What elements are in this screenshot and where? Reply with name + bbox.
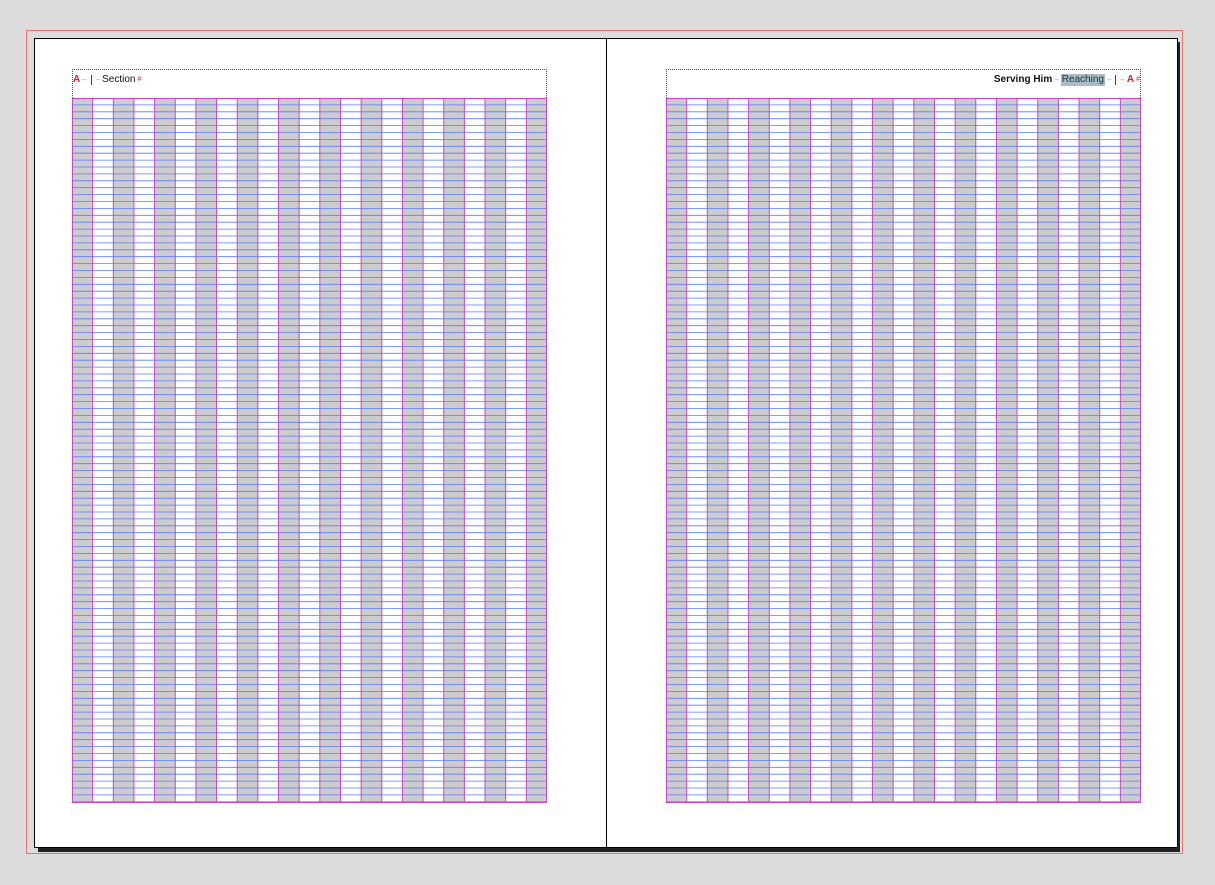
left-page-marker: A <box>73 74 81 85</box>
left-header-dash: – <box>82 75 87 84</box>
grid-column <box>423 98 444 803</box>
right-header-dash: – <box>1106 75 1112 84</box>
grid-column <box>1017 98 1038 803</box>
grid-column <box>934 98 956 803</box>
left-end-mark: # <box>137 76 142 83</box>
right-header-dash: – <box>1054 75 1059 84</box>
left-header-frame[interactable]: A – – Section # <box>72 69 547 98</box>
grid-column <box>893 98 914 803</box>
page-spread: A – – Section # Serving Him – Reaching –… <box>34 38 1178 848</box>
grid-column <box>175 98 196 803</box>
grid-column <box>237 98 258 803</box>
grid-column <box>955 98 976 803</box>
grid-column <box>1099 98 1121 803</box>
right-page[interactable]: Serving Him – Reaching – – A # <box>607 39 1178 847</box>
grid-column <box>748 98 770 803</box>
right-header-dash: – <box>1120 75 1125 84</box>
left-page[interactable]: A – – Section # <box>35 39 606 847</box>
grid-column <box>464 98 486 803</box>
grid-column <box>113 98 134 803</box>
grid-column <box>195 98 217 803</box>
grid-column <box>769 98 790 803</box>
grid-column <box>402 98 424 803</box>
right-grid[interactable] <box>666 98 1141 803</box>
grid-column <box>92 98 114 803</box>
grid-column <box>278 98 300 803</box>
grid-column <box>975 98 997 803</box>
right-running-header[interactable]: Serving Him – Reaching – – A # <box>994 74 1140 86</box>
grid-column <box>319 98 341 803</box>
grid-column <box>361 98 382 803</box>
grid-column <box>443 98 465 803</box>
left-running-header[interactable]: A – – Section # <box>73 74 141 86</box>
grid-column <box>1058 98 1080 803</box>
grid-column <box>485 98 506 803</box>
grid-column <box>133 98 155 803</box>
left-section-label: Section <box>102 74 136 85</box>
left-header-bar <box>90 75 92 85</box>
right-header-frame[interactable]: Serving Him – Reaching – – A # <box>666 69 1141 98</box>
left-header-dash: – <box>95 75 101 84</box>
grid-column <box>913 98 935 803</box>
grid-column <box>72 98 93 803</box>
grid-column <box>727 98 749 803</box>
grid-column <box>707 98 728 803</box>
grid-column <box>872 98 894 803</box>
grid-column <box>381 98 403 803</box>
grid-column <box>257 98 279 803</box>
grid-column <box>996 98 1018 803</box>
grid-column <box>299 98 320 803</box>
right-header-title: Serving Him <box>993 74 1053 85</box>
grid-column <box>505 98 527 803</box>
grid-column <box>666 98 687 803</box>
right-end-mark: # <box>1136 76 1140 83</box>
grid-column <box>831 98 852 803</box>
grid-column <box>686 98 708 803</box>
grid-column <box>526 98 547 803</box>
grid-column <box>1120 98 1141 803</box>
grid-column <box>1037 98 1059 803</box>
right-grid-svg <box>666 98 1141 803</box>
grid-column <box>810 98 832 803</box>
grid-column <box>789 98 811 803</box>
grid-column <box>216 98 238 803</box>
grid-column <box>1079 98 1100 803</box>
right-highlighted-label[interactable]: Reaching <box>1060 74 1105 86</box>
right-header-bar <box>1115 75 1117 85</box>
left-grid-svg <box>72 98 547 803</box>
left-grid[interactable] <box>72 98 547 803</box>
grid-column <box>851 98 873 803</box>
right-page-marker: A <box>1126 74 1135 85</box>
grid-column <box>154 98 176 803</box>
grid-column <box>340 98 362 803</box>
